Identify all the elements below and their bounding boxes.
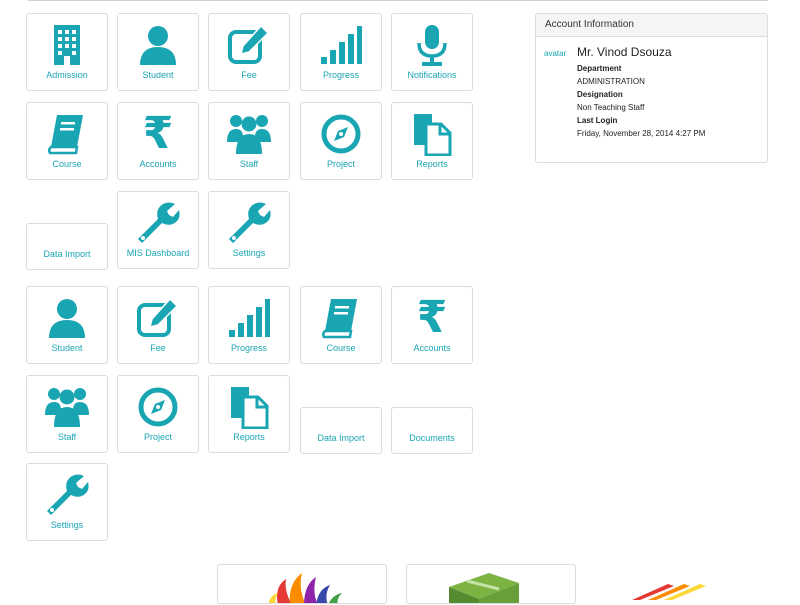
- tile-label: Accounts: [139, 159, 177, 169]
- account-details: Mr. Vinod Dsouza Department ADMINISTRATI…: [577, 45, 705, 140]
- last-login-label: Last Login: [577, 116, 618, 125]
- tile-label: Staff: [239, 159, 259, 169]
- tile-documents[interactable]: Documents: [391, 407, 473, 454]
- microphone-icon: [392, 22, 472, 68]
- tile-label: MIS Dashboard: [126, 248, 190, 258]
- tile-label: Fee: [150, 343, 166, 353]
- tile-course[interactable]: Course: [26, 102, 108, 180]
- partner-logo-folders[interactable]: [628, 578, 718, 600]
- tile-project[interactable]: Project: [117, 375, 199, 453]
- designation-label: Designation: [577, 90, 623, 99]
- tile-reports[interactable]: Reports: [391, 102, 473, 180]
- tile-accounts[interactable]: ₹ Accounts: [117, 102, 199, 180]
- partner-logo-colorful[interactable]: [217, 564, 387, 604]
- tile-staff[interactable]: Staff: [208, 102, 290, 180]
- tile-admission[interactable]: Admission: [26, 13, 108, 91]
- tile-label: Course: [326, 343, 356, 353]
- edit-icon: [209, 22, 289, 68]
- tile-course[interactable]: Course: [300, 286, 382, 364]
- rupee-icon: ₹: [416, 292, 448, 343]
- account-information-panel: Account Information avatar Mr. Vinod Dso…: [535, 13, 768, 163]
- tile-student[interactable]: Student: [26, 286, 108, 364]
- tile-label: Documents: [409, 433, 455, 443]
- tile-student[interactable]: Student: [117, 13, 199, 91]
- tile-label: Reports: [233, 432, 265, 442]
- tile-label: Settings: [232, 248, 266, 258]
- documents-icon: [209, 384, 289, 430]
- wrench-icon: [118, 200, 198, 246]
- tile-label: Notifications: [407, 70, 457, 80]
- tile-project[interactable]: Project: [300, 102, 382, 180]
- users-group-icon: [209, 111, 289, 157]
- building-icon: [27, 22, 107, 68]
- tile-fee[interactable]: Fee: [208, 13, 290, 91]
- tile-label: Accounts: [413, 343, 451, 353]
- tile-fee[interactable]: Fee: [117, 286, 199, 364]
- book-icon: [301, 295, 381, 341]
- tile-progress[interactable]: Progress: [208, 286, 290, 364]
- wrench-icon: [209, 200, 289, 246]
- tile-reports[interactable]: Reports: [208, 375, 290, 453]
- tile-label: Student: [142, 70, 174, 80]
- partner-logo-green-box[interactable]: [406, 564, 576, 604]
- tile-label: Reports: [416, 159, 448, 169]
- avatar: avatar: [544, 49, 567, 58]
- tile-staff[interactable]: Staff: [26, 375, 108, 453]
- tile-label: Fee: [241, 70, 257, 80]
- rupee-icon: ₹: [142, 108, 174, 159]
- user-name: Mr. Vinod Dsouza: [577, 45, 672, 59]
- department-label: Department: [577, 64, 622, 73]
- tile-notifications[interactable]: Notifications: [391, 13, 473, 91]
- tile-mis-dashboard[interactable]: MIS Dashboard: [117, 191, 199, 269]
- tile-data-import[interactable]: Data Import: [26, 223, 108, 270]
- last-login-value: Friday, November 28, 2014 4:27 PM: [577, 129, 706, 138]
- signal-bars-icon: [209, 295, 289, 341]
- tile-label: Data Import: [43, 249, 91, 259]
- department-value: ADMINISTRATION: [577, 77, 645, 86]
- user-icon: [118, 22, 198, 68]
- tile-label: Course: [52, 159, 82, 169]
- tile-label: Admission: [46, 70, 88, 80]
- tile-settings[interactable]: Settings: [208, 191, 290, 269]
- tile-data-import[interactable]: Data Import: [300, 407, 382, 454]
- tile-progress[interactable]: Progress: [300, 13, 382, 91]
- wrench-icon: [27, 472, 107, 518]
- documents-icon: [392, 111, 472, 157]
- top-divider: [28, 0, 768, 1]
- signal-bars-icon: [301, 22, 381, 68]
- user-icon: [27, 295, 107, 341]
- tile-settings[interactable]: Settings: [26, 463, 108, 541]
- tile-label: Data Import: [317, 433, 365, 443]
- compass-icon: [118, 384, 198, 430]
- users-group-icon: [27, 384, 107, 430]
- compass-icon: [301, 111, 381, 157]
- tile-label: Staff: [57, 432, 77, 442]
- tile-label: Project: [143, 432, 172, 442]
- designation-value: Non Teaching Staff: [577, 103, 645, 112]
- tile-label: Student: [51, 343, 83, 353]
- panel-header: Account Information: [536, 14, 767, 37]
- tile-label: Progress: [322, 70, 359, 80]
- tile-label: Project: [326, 159, 355, 169]
- tile-label: Progress: [230, 343, 267, 353]
- book-icon: [27, 111, 107, 157]
- tile-label: Settings: [50, 520, 84, 530]
- tile-accounts[interactable]: ₹ Accounts: [391, 286, 473, 364]
- edit-icon: [118, 295, 198, 341]
